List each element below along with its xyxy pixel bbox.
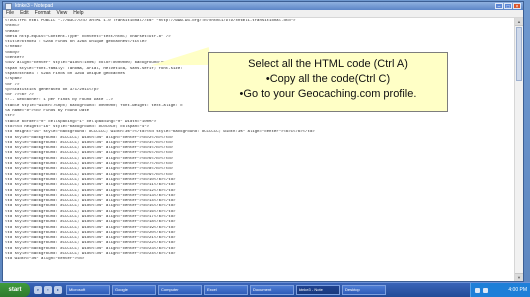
vertical-scrollbar[interactable]: ▲ ▼ [514,18,523,281]
notepad-window: ktnke3 - Notepad – □ × File Edit Format … [2,1,524,282]
taskbar-task[interactable]: Google [112,285,156,295]
desktop-icon[interactable]: ▪ [44,286,52,294]
start-button[interactable]: start [0,283,30,297]
taskbar: start e ▪ ▸ Microsoft Google Computer Excel… [0,282,530,297]
taskbar-task[interactable]: Excel [204,285,248,295]
window-title: ktnke3 - Notepad [15,3,54,9]
callout-line-2: •Copy all the code(Ctrl C) [265,73,391,85]
menu-file[interactable]: File [6,10,14,17]
taskbar-tasks: Microsoft Google Computer Excel Document ktnk… [66,285,386,295]
window-controls: – □ × [495,3,521,10]
taskbar-task[interactable]: Document [250,285,294,295]
scroll-up-icon[interactable]: ▲ [515,18,523,26]
title-bar[interactable]: ktnke3 - Notepad – □ × [3,2,523,10]
notepad-icon [5,2,12,10]
code-line: <td width="3%" align="center"><b> [5,257,85,262]
menu-edit[interactable]: Edit [20,10,29,17]
taskbar-task[interactable]: Computer [158,285,202,295]
instruction-callout: Select all the HTML code (Ctrl A) •Copy … [208,52,448,112]
volume-icon[interactable] [483,287,488,293]
clock: 4:00 PM [508,287,527,293]
media-icon[interactable]: ▸ [54,286,62,294]
taskbar-task[interactable]: Microsoft [66,285,110,295]
minimize-icon[interactable]: – [495,3,503,10]
scroll-down-icon[interactable]: ▼ [515,273,523,281]
menu-view[interactable]: View [57,10,68,17]
menu-bar: File Edit Format View Help [3,10,523,18]
close-icon[interactable]: × [513,3,521,10]
taskbar-task[interactable]: Desktop [342,285,386,295]
quick-launch: e ▪ ▸ [34,286,62,294]
taskbar-task[interactable]: ktnke3 - Note [296,285,340,295]
callout-line-3: •Go to your Geocaching.com profile. [239,88,417,100]
menu-format[interactable]: Format [35,10,51,17]
scroll-thumb[interactable] [516,27,522,81]
callout-line-1: Select all the HTML code (Ctrl A) [248,58,408,70]
system-tray: 4:00 PM [470,283,530,297]
browser-icon[interactable]: e [34,286,42,294]
maximize-icon[interactable]: □ [504,3,512,10]
menu-help[interactable]: Help [73,10,83,17]
network-icon[interactable] [475,287,480,293]
